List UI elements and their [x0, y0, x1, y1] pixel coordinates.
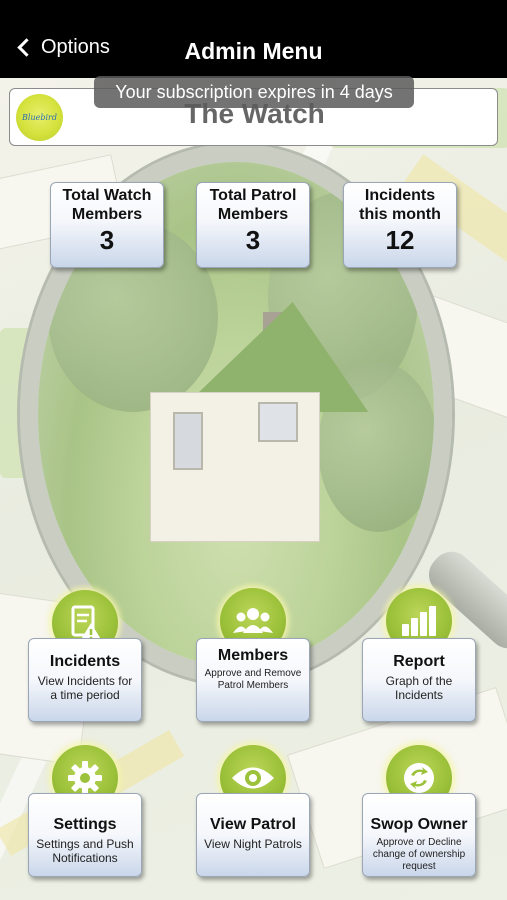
tile-subtitle: View Night Patrols	[204, 837, 302, 851]
page-title: Admin Menu	[184, 38, 323, 64]
tile-title: Settings	[53, 816, 117, 833]
tile-title: Incidents	[49, 653, 121, 670]
tile-title: View Patrol	[210, 816, 296, 833]
tile-subtitle: View Incidents for a time period	[37, 674, 133, 702]
tile-subtitle: Graph of the Incidents	[385, 674, 453, 702]
stat-total-patrol-members: Total Patrol Members 3	[196, 182, 310, 268]
stat-label: Incidents this month	[359, 187, 441, 223]
stat-total-watch-members: Total Watch Members 3	[50, 182, 164, 268]
settings-card: Settings Settings and Push Notifications	[28, 793, 142, 877]
members-tile-button[interactable]: Members Approve and Remove Patrol Member…	[196, 588, 310, 722]
tile-title: Report	[393, 653, 445, 670]
stat-label: Total Watch Members	[62, 187, 152, 223]
settings-tile-button[interactable]: Settings Settings and Push Notifications	[28, 745, 142, 877]
tile-subtitle: Approve and Remove Patrol Members	[204, 668, 302, 691]
view-patrol-card: View Patrol View Night Patrols	[196, 793, 310, 877]
swop-owner-card: Swop Owner Approve or Decline change of …	[362, 793, 476, 877]
report-tile-button[interactable]: Report Graph of the Incidents	[362, 588, 476, 722]
stat-value: 12	[385, 225, 415, 255]
navigation-bar: Options Admin Menu	[0, 0, 507, 78]
incidents-card: Incidents View Incidents for a time peri…	[28, 638, 142, 722]
stat-value: 3	[245, 225, 261, 255]
members-card: Members Approve and Remove Patrol Member…	[196, 638, 310, 722]
stat-incidents-this-month: Incidents this month 12	[343, 182, 457, 268]
tile-title: Swop Owner	[370, 816, 468, 833]
stat-value: 3	[99, 225, 115, 255]
subscription-toast: Your subscription expires in 4 days	[94, 76, 414, 108]
tile-subtitle: Approve or Decline change of ownership r…	[372, 837, 466, 872]
view-patrol-tile-button[interactable]: View Patrol View Night Patrols	[196, 745, 310, 877]
swop-owner-tile-button[interactable]: Swop Owner Approve or Decline change of …	[362, 745, 476, 877]
incidents-tile-button[interactable]: Incidents View Incidents for a time peri…	[28, 590, 142, 722]
stat-label: Total Patrol Members	[209, 187, 297, 223]
tile-title: Members	[217, 647, 289, 664]
report-card: Report Graph of the Incidents	[362, 638, 476, 722]
tile-subtitle: Settings and Push Notifications	[36, 837, 134, 865]
